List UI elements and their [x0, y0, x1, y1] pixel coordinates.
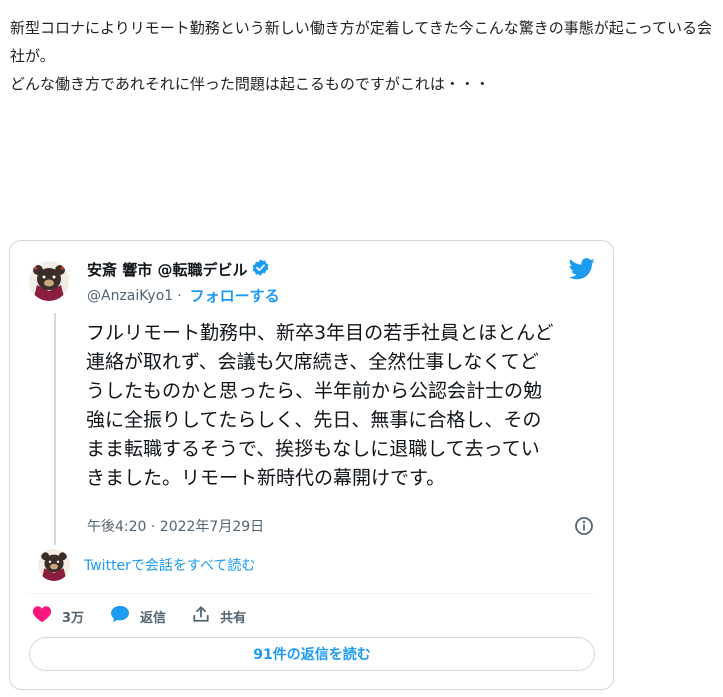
like-action[interactable]: 3万: [32, 605, 84, 627]
embedded-tweet-card[interactable]: 安斎 響市 @転職デビル @AnzaiKyo1 · フォローする フルリモート勤…: [9, 240, 614, 690]
author-handle[interactable]: @AnzaiKyo1: [87, 288, 173, 304]
tweet-actions: 3万 返信 共有: [32, 605, 272, 627]
speech-bubble-icon: [110, 605, 130, 627]
share-label: 共有: [220, 610, 247, 626]
like-count: 3万: [62, 610, 85, 626]
verified-badge-icon: [251, 258, 270, 281]
share-action[interactable]: 共有: [192, 605, 246, 627]
follow-button[interactable]: フォローする: [190, 285, 280, 306]
article-paragraph-1: 新型コロナによりリモート勤務という新しい働き方が定着してきた今こんな驚きの事態が…: [10, 19, 713, 65]
actions-divider: [28, 593, 595, 594]
reply-label: 返信: [140, 610, 167, 626]
author-name-row[interactable]: 安斎 響市 @転職デビル: [87, 258, 270, 281]
info-icon[interactable]: [574, 516, 594, 540]
twitter-bird-icon[interactable]: [568, 258, 595, 284]
share-upload-icon: [192, 605, 210, 627]
read-replies-button[interactable]: 91件の返信を読む: [29, 637, 595, 671]
tweet-timestamp[interactable]: 午後4:20 · 2022年7月29日: [87, 516, 264, 536]
handle-separator: ·: [177, 287, 182, 304]
read-conversation-row[interactable]: Twitterで会話をすべて読む: [38, 549, 255, 581]
thread-line: [54, 313, 56, 545]
read-conversation-link[interactable]: Twitterで会話をすべて読む: [84, 555, 255, 575]
author-display-name[interactable]: 安斎 響市 @転職デビル: [87, 259, 247, 280]
reply-action[interactable]: 返信: [110, 605, 166, 627]
small-author-avatar: [38, 549, 70, 581]
article-body: 新型コロナによりリモート勤務という新しい働き方が定着してきた今こんな驚きの事態が…: [10, 14, 718, 98]
author-handle-row: @AnzaiKyo1 · フォローする: [87, 285, 280, 306]
heart-icon: [32, 605, 52, 627]
tweet-text: フルリモート勤務中、新卒3年目の若手社員とほとんど連絡が取れず、会議も欠席続き、…: [86, 322, 554, 489]
article-paragraph-2: どんな働き方であれそれに伴った問題は起こるものですがこれは・・・: [10, 75, 490, 93]
author-avatar[interactable]: [29, 261, 69, 301]
